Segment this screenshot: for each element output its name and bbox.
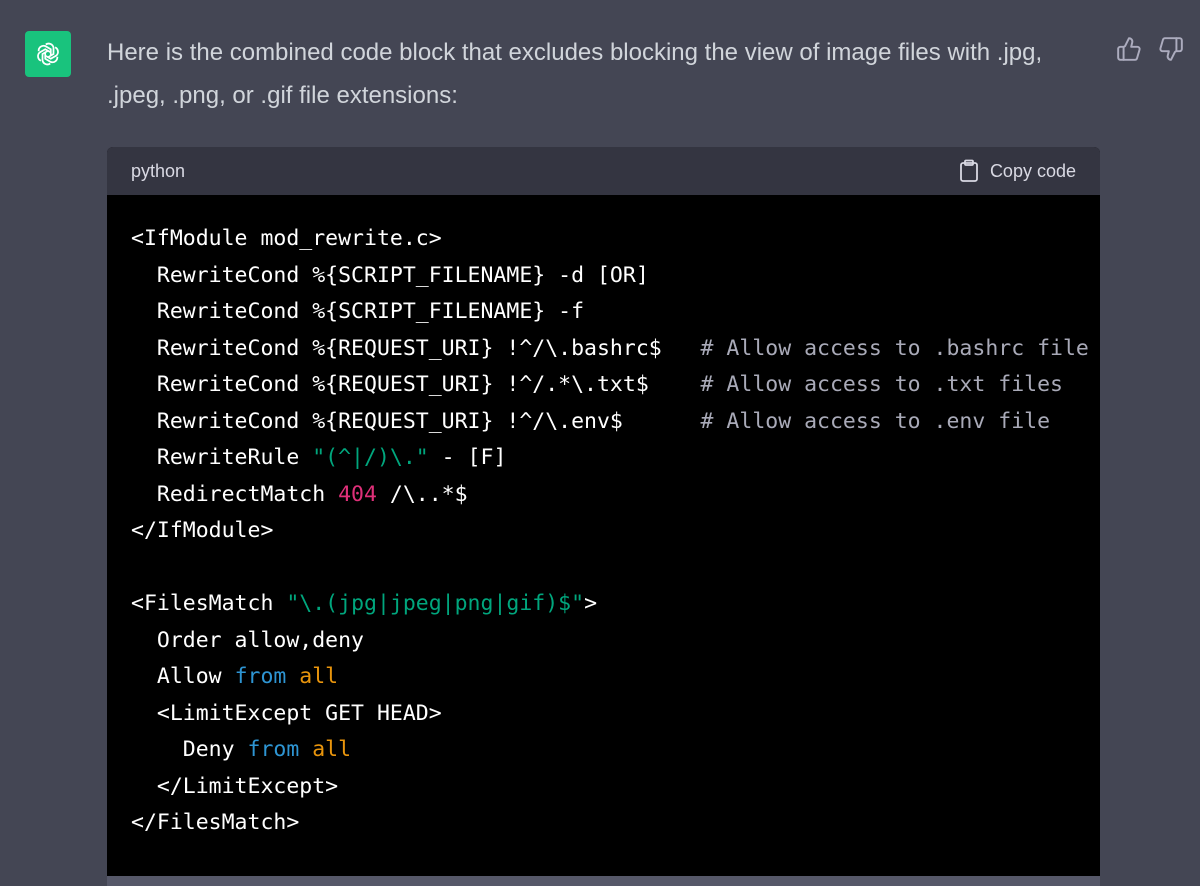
code-line: Order allow,deny [131,623,1076,660]
code-line: ​ [131,550,1076,587]
assistant-message: Here is the combined code block that exc… [107,39,1043,109]
code-token: all [299,664,339,689]
code-token: # Allow access to .env file [700,408,1051,434]
code-line: RewriteRule "(^|/)\." - [F] [131,440,1076,477]
thumbs-up-button[interactable] [1116,36,1142,62]
code-token: > [584,591,598,616]
code-token: from [247,737,300,762]
code-token: RedirectMatch [131,481,339,507]
code-token: Deny [131,737,248,762]
code-line: </IfModule> [131,513,1076,550]
openai-logo-icon [37,42,59,66]
code-line: RewriteCond %{REQUEST_URI} !^/\.bashrc$ … [131,331,1089,368]
code-line: <IfModule mod_rewrite.c> [131,221,1076,258]
code-header: python Copy code [107,147,1100,195]
code-language-label: python [131,160,186,181]
code-token: <LimitExcept GET HEAD> [131,700,442,726]
code-block: python Copy code <IfModule mod_rewrite.c… [107,147,1100,886]
code-token: all [312,737,352,762]
code-line: Allow from all [131,659,1076,696]
code-token: - [F] [428,445,507,470]
code-token: RewriteCond %{REQUEST_URI} !^/.*\.txt$ [131,372,701,397]
code-line: <LimitExcept GET HEAD> [131,696,1076,733]
code-token: RewriteCond %{REQUEST_URI} !^/\.env$ [131,408,701,434]
code-line: </LimitExcept> [131,769,1076,806]
code-line: RewriteCond %{REQUEST_URI} !^/.*\.txt$ #… [131,367,1076,404]
code-line: RewriteCond %{SCRIPT_FILENAME} -d [OR] [131,258,1076,295]
code-line: RewriteCond %{SCRIPT_FILENAME} -f [131,294,1076,331]
copy-code-label: Copy code [989,160,1076,181]
code-token: 404 [338,481,377,507]
thumbs-up-icon [1117,37,1141,61]
feedback-buttons [1116,36,1184,62]
thumbs-down-icon [1159,37,1183,61]
code-token: /\..*$ [376,481,468,507]
code-token: from [234,664,287,689]
code-token: <IfModule mod_rewrite.c> [131,226,442,251]
code-line: </FilesMatch> [131,805,1076,842]
code-token: RewriteCond %{SCRIPT_FILENAME} -f [131,299,585,324]
code-token: RewriteCond %{SCRIPT_FILENAME} -d [OR] [131,262,649,288]
code-token: </IfModule> [131,518,274,543]
code-token: "\.(jpg|jpeg|png|gif)$" [286,591,585,616]
code-line: RedirectMatch 404 /\..*$ [131,477,1076,514]
code-token: # Allow access to .txt files [700,372,1063,397]
assistant-avatar [25,31,71,77]
horizontal-scrollbar[interactable] [107,876,1100,886]
code-token: </LimitExcept> [131,773,339,799]
code-line: Deny from all [131,732,1076,769]
code-token: "(^|/)\." [312,445,429,470]
code-token: Allow [131,664,235,689]
code-line: RewriteCond %{REQUEST_URI} !^/\.env$ # A… [131,404,1076,441]
code-token: Order allow,deny [131,627,364,653]
code-body: <IfModule mod_rewrite.c> RewriteCond %{S… [107,195,1100,842]
code-token: RewriteCond %{REQUEST_URI} !^/\.bashrc$ [131,335,701,361]
copy-code-button[interactable]: Copy code [958,159,1076,183]
code-token: # Allow access to .bashrc file [700,335,1089,361]
clipboard-icon [960,159,978,182]
code-content: <IfModule mod_rewrite.c> RewriteCond %{S… [131,221,1089,842]
code-token: RewriteRule [131,445,313,470]
thumbs-down-button[interactable] [1158,36,1184,62]
code-token: <FilesMatch [131,591,287,616]
code-line: <FilesMatch "\.(jpg|jpeg|png|gif)$"> [131,586,1076,623]
code-token: </FilesMatch> [131,810,300,835]
